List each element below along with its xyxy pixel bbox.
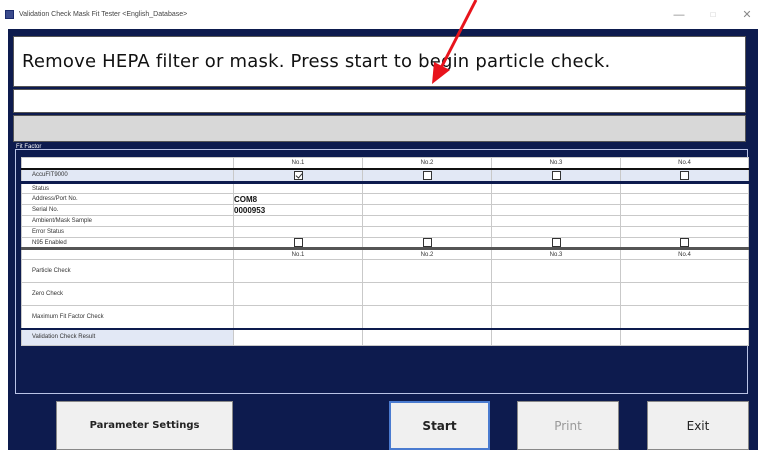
cell <box>233 182 363 194</box>
cell <box>233 259 363 283</box>
address-port-value: COM8 <box>233 193 363 205</box>
cell <box>620 327 749 346</box>
cell <box>362 204 492 216</box>
cell <box>362 327 492 346</box>
accufit-checkbox-2[interactable] <box>422 170 432 180</box>
table-row: Maximum Fit Factor Check <box>21 305 749 329</box>
row-label: Ambient/Mask Sample <box>21 215 234 227</box>
close-button[interactable]: ✕ <box>730 8 764 21</box>
secondary-message-box <box>13 89 746 113</box>
n95-label: N95 Enabled <box>21 237 234 249</box>
cell <box>491 282 621 306</box>
maximize-button[interactable]: □ <box>696 10 730 19</box>
validation-result-row: Validation Check Result <box>21 327 749 346</box>
row-label: Error Status <box>21 226 234 238</box>
cell <box>362 182 492 194</box>
table-row: Error Status <box>21 226 749 238</box>
table-row: Zero Check <box>21 282 749 306</box>
cell <box>620 305 749 329</box>
cell <box>620 226 749 238</box>
cell <box>491 193 621 205</box>
cell <box>362 259 492 283</box>
row-label: Zero Check <box>21 282 234 306</box>
cell <box>491 226 621 238</box>
tertiary-message-box <box>13 115 746 142</box>
table-row: Ambient/Mask Sample <box>21 215 749 227</box>
cell <box>620 193 749 205</box>
cell <box>233 305 363 329</box>
parameter-settings-button[interactable]: Parameter Settings <box>56 401 233 450</box>
cell <box>362 282 492 306</box>
cell <box>491 204 621 216</box>
cell <box>620 215 749 227</box>
instruction-message-box: Remove HEPA filter or mask. Press start … <box>13 36 746 87</box>
cell <box>233 282 363 306</box>
validation-result-label: Validation Check Result <box>21 327 234 346</box>
column-header: No.2 <box>362 247 492 260</box>
cell <box>491 305 621 329</box>
start-button[interactable]: Start <box>389 401 490 450</box>
accufit-checkbox-3[interactable] <box>551 170 561 180</box>
fit-factor-label: Fit Factor <box>16 144 42 150</box>
n95-checkbox-4[interactable] <box>680 238 689 247</box>
cell <box>233 327 363 346</box>
row-label: Address/Port No. <box>21 193 234 205</box>
app-icon <box>5 10 14 19</box>
instruction-message: Remove HEPA filter or mask. Press start … <box>22 51 611 72</box>
header-row: No.1 No.2 No.3 No.4 <box>21 157 749 170</box>
column-header: No.2 <box>362 157 492 170</box>
column-header: No.1 <box>233 157 363 170</box>
title-bar: Validation Check Mask Fit Tester <Englis… <box>0 0 764 29</box>
table-row: Address/Port No. COM8 <box>21 193 749 205</box>
n95-checkbox-1[interactable] <box>293 238 303 247</box>
header-row-2: No.1 No.2 No.3 No.4 <box>21 247 749 260</box>
header-blank <box>21 247 234 260</box>
cell <box>233 226 363 238</box>
row-label: Maximum Fit Factor Check <box>21 305 234 329</box>
accufit-label: AccuFIT9000 <box>21 168 234 184</box>
cell <box>620 259 749 283</box>
cell <box>362 305 492 329</box>
column-header: No.4 <box>620 247 749 260</box>
cell <box>491 259 621 283</box>
cell <box>620 282 749 306</box>
n95-checkbox-3[interactable] <box>551 238 561 247</box>
column-header: No.1 <box>233 247 363 260</box>
cell <box>491 182 621 194</box>
cell <box>362 193 492 205</box>
n95-checkbox-2[interactable] <box>422 238 432 247</box>
print-button[interactable]: Print <box>517 401 619 450</box>
accufit-row: AccuFIT9000 <box>21 168 749 184</box>
accufit-checkbox-4[interactable] <box>680 170 689 180</box>
table-row: Particle Check <box>21 259 749 283</box>
column-header: No.3 <box>491 247 621 260</box>
column-header: No.4 <box>620 157 749 170</box>
row-label: Status <box>21 182 234 194</box>
column-header: No.3 <box>491 157 621 170</box>
window-title: Validation Check Mask Fit Tester <Englis… <box>19 11 188 18</box>
header-blank <box>21 157 234 170</box>
cell <box>620 204 749 216</box>
accufit-checkbox-1[interactable] <box>293 170 303 180</box>
cell <box>491 327 621 346</box>
cell <box>620 182 749 194</box>
minimize-button[interactable]: — <box>662 9 696 21</box>
n95-row: N95 Enabled <box>21 237 749 249</box>
serial-number-value: 0000953 <box>233 204 363 216</box>
cell <box>233 215 363 227</box>
exit-button[interactable]: Exit <box>647 401 749 450</box>
fit-factor-table: No.1 No.2 No.3 No.4 AccuFIT9000 Status A… <box>21 157 749 346</box>
row-label: Serial No. <box>21 204 234 216</box>
cell <box>491 215 621 227</box>
cell <box>362 215 492 227</box>
row-label: Particle Check <box>21 259 234 283</box>
cell <box>362 226 492 238</box>
table-row: Serial No. 0000953 <box>21 204 749 216</box>
table-row: Status <box>21 182 749 194</box>
